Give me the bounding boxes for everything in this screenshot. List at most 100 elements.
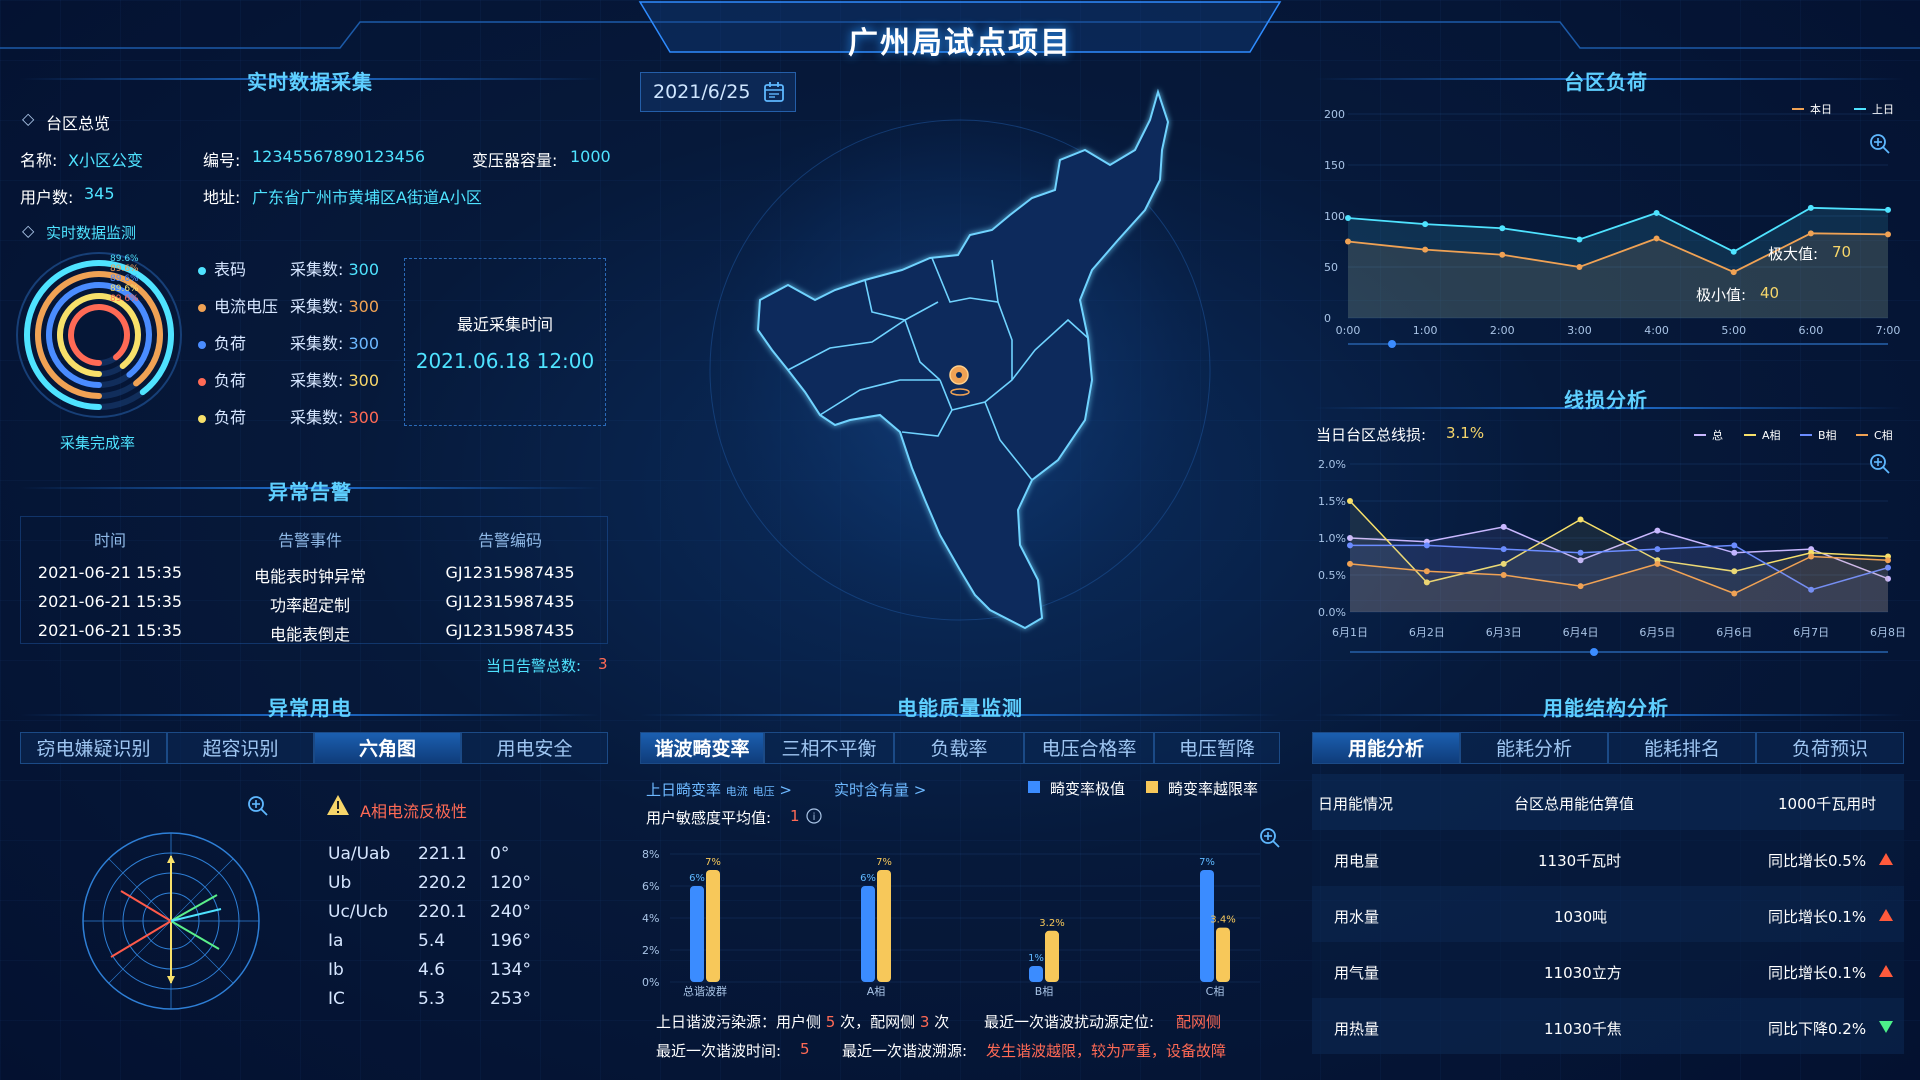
tab-load-rate[interactable]: 负载率 — [894, 732, 1024, 764]
data-point — [1653, 209, 1660, 216]
legend-label: 畸变率越限率 — [1168, 780, 1259, 798]
bar — [1045, 930, 1059, 982]
sensitivity-label: 用户敏感度平均值: — [646, 809, 772, 827]
data-point — [1731, 590, 1738, 597]
phasor-row: Ib 4.6 134° — [328, 960, 568, 989]
chevron-right-icon: > — [779, 781, 792, 799]
last-collect-box: 最近采集时间 2021.06.18 12:00 — [404, 258, 606, 426]
min-label: 极小值: — [1696, 286, 1747, 304]
ring-percent: 89.6% — [110, 274, 139, 284]
tab-consumption-ranking[interactable]: 能耗排名 — [1608, 732, 1756, 764]
y-tick-label: 0.0% — [1318, 606, 1346, 619]
phasor-name: Ib — [328, 960, 344, 980]
data-point — [1730, 269, 1737, 276]
ring-percent: 89.6% — [110, 294, 139, 304]
phasor-value: 4.6 — [418, 960, 446, 980]
phasor-value: 221.1 — [418, 844, 467, 864]
phasor-value: 5.4 — [418, 931, 446, 951]
sub-link-distortion[interactable]: 上日畸变率 电流 电压 > — [646, 779, 792, 800]
legend-name: 负荷 — [214, 371, 247, 390]
legend-swatch — [1856, 434, 1868, 436]
sensitivity-value: 1 — [790, 807, 800, 825]
legend-swatch — [1694, 434, 1706, 436]
chevron-right-icon: > — [913, 781, 927, 799]
legend-dot — [198, 378, 206, 386]
data-point — [1422, 221, 1429, 228]
data-point — [1885, 557, 1891, 564]
y-tick-label: 2.0% — [1318, 458, 1346, 471]
legend-name: 负荷 — [214, 408, 247, 427]
legend-count-label: 采集数: — [290, 260, 344, 279]
sub-link-label: 实时含有量 — [834, 781, 910, 799]
legend-count: 300 — [348, 408, 380, 427]
tab-unbalance[interactable]: 三相不平衡 — [764, 732, 894, 764]
structure-value: 1130千瓦时 — [1538, 852, 1622, 870]
phasor-diagram — [82, 832, 260, 1010]
x-tick-label: 4:00 — [1644, 324, 1669, 337]
page-title: 广州局试点项目 — [848, 26, 1072, 61]
tab-harmonic[interactable]: 谐波畸变率 — [640, 732, 764, 764]
tab-usage-analysis[interactable]: 用能分析 — [1312, 732, 1460, 764]
y-tick-label: 0% — [642, 976, 659, 989]
tab-consumption-analysis[interactable]: 能耗分析 — [1460, 732, 1608, 764]
diamond-icon: ◇ — [22, 221, 35, 240]
tab-voltage-sag[interactable]: 电压暂降 — [1154, 732, 1280, 764]
section-title-quality: 电能质量监测 — [897, 696, 1023, 720]
section-title-realtime: 实时数据采集 — [247, 70, 373, 94]
phasor-name: IC — [328, 989, 345, 1009]
legend-label: A相 — [1762, 429, 1781, 442]
tab-theft[interactable]: 窃电嫌疑识别 — [20, 732, 167, 764]
legend-label: C相 — [1874, 429, 1893, 442]
alarm-header-code: 告警编码 — [477, 531, 542, 550]
alarm-total-value: 3 — [598, 655, 608, 673]
svg-text:i: i — [813, 812, 816, 823]
alarm-cell-code: GJ12315987435 — [445, 621, 575, 640]
phasor-name: Ua/Uab — [328, 844, 391, 864]
min-value: 40 — [1760, 284, 1780, 302]
tab-safety[interactable]: 用电安全 — [461, 732, 608, 764]
users-value: 345 — [84, 184, 115, 203]
alarm-header-event: 告警事件 — [277, 531, 342, 550]
data-point — [1347, 498, 1353, 504]
x-tick-label: 7:00 — [1876, 324, 1901, 337]
bar — [690, 886, 704, 982]
alarm-cell-event: 电能表倒走 — [269, 625, 350, 644]
data-point — [1345, 215, 1351, 222]
address-value: 广东省广州市黄埔区A街道A小区 — [252, 188, 482, 207]
y-tick-label: 1.5% — [1318, 495, 1346, 508]
tab-voltage-pass[interactable]: 电压合格率 — [1024, 732, 1154, 764]
capacity-label: 变压器容量: — [472, 151, 558, 170]
monitor-label: 实时数据监测 — [46, 224, 137, 242]
y-tick-label: 100 — [1324, 210, 1345, 223]
info-icon[interactable]: i — [806, 808, 822, 824]
arrow-up-icon — [1879, 853, 1893, 865]
data-point — [1500, 572, 1507, 578]
sub-link-realtime[interactable]: 实时含有量 > — [834, 779, 926, 800]
legend-dot — [198, 267, 206, 275]
collection-legend: 表码 采集数: 300 电流电压 采集数: 300 负荷 采集数: 300 负荷 采集数… — [198, 256, 398, 441]
data-point — [1577, 583, 1584, 590]
data-point — [1807, 204, 1814, 211]
zoom-in-icon[interactable] — [246, 794, 270, 818]
structure-name: 用气量 — [1334, 964, 1380, 982]
last-harmonic-value: 5 — [800, 1040, 810, 1058]
sub-link-current[interactable]: 电流 — [726, 785, 748, 798]
region-map[interactable] — [640, 80, 1280, 680]
structure-trend: 同比增长0.1% — [1768, 908, 1867, 926]
alarm-cell-code: GJ12315987435 — [445, 592, 575, 611]
tab-over-capacity[interactable]: 超容识别 — [167, 732, 314, 764]
bar-value-label: 7% — [705, 857, 721, 868]
sub-link-voltage[interactable]: 电压 — [753, 785, 775, 798]
tab-load-forecast[interactable]: 负荷预识 — [1756, 732, 1904, 764]
pollution-end-label: 次 — [934, 1013, 950, 1031]
bar-value-label: 6% — [689, 873, 705, 884]
legend-count: 300 — [348, 260, 380, 279]
tab-hexagon[interactable]: 六角图 — [314, 732, 461, 764]
legend-label: B相 — [1818, 429, 1837, 442]
legend-count-label: 采集数: — [290, 371, 344, 390]
phasor-table: Ua/Uab 221.1 0° Ub 220.2 120° Uc/Ucb 220.1 240… — [328, 844, 568, 1018]
legend-swatch — [1744, 434, 1756, 436]
x-tick-label: A相 — [867, 985, 886, 998]
data-point — [1347, 560, 1353, 567]
data-point — [1885, 231, 1891, 238]
